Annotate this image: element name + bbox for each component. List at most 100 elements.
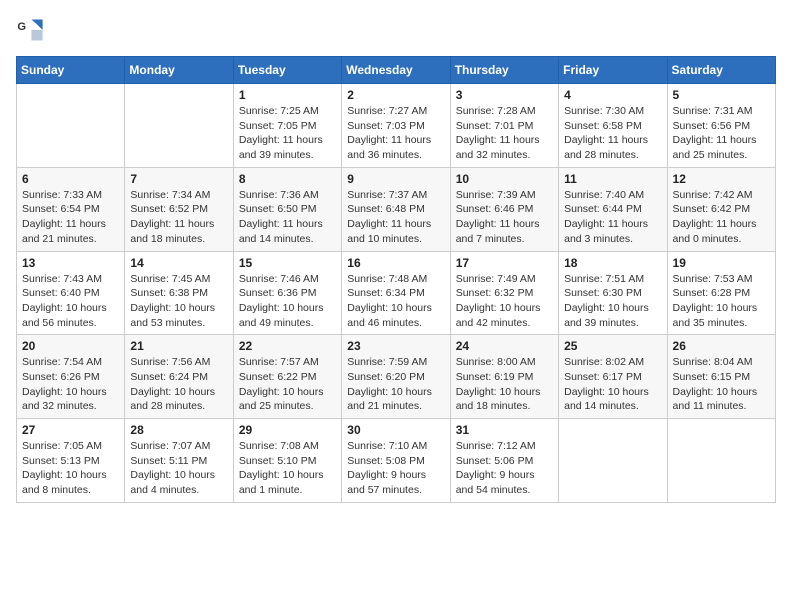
weekday-header: Wednesday bbox=[342, 57, 450, 84]
day-info: Sunrise: 7:39 AM Sunset: 6:46 PM Dayligh… bbox=[456, 188, 553, 247]
weekday-header: Sunday bbox=[17, 57, 125, 84]
day-number: 30 bbox=[347, 423, 444, 437]
day-number: 5 bbox=[673, 88, 770, 102]
weekday-header: Saturday bbox=[667, 57, 775, 84]
day-number: 23 bbox=[347, 339, 444, 353]
day-number: 31 bbox=[456, 423, 553, 437]
day-number: 21 bbox=[130, 339, 227, 353]
day-number: 16 bbox=[347, 256, 444, 270]
day-number: 10 bbox=[456, 172, 553, 186]
day-info: Sunrise: 7:43 AM Sunset: 6:40 PM Dayligh… bbox=[22, 272, 119, 331]
day-info: Sunrise: 7:46 AM Sunset: 6:36 PM Dayligh… bbox=[239, 272, 336, 331]
day-info: Sunrise: 7:59 AM Sunset: 6:20 PM Dayligh… bbox=[347, 355, 444, 414]
day-info: Sunrise: 7:05 AM Sunset: 5:13 PM Dayligh… bbox=[22, 439, 119, 498]
weekday-header: Thursday bbox=[450, 57, 558, 84]
day-info: Sunrise: 7:48 AM Sunset: 6:34 PM Dayligh… bbox=[347, 272, 444, 331]
day-info: Sunrise: 7:53 AM Sunset: 6:28 PM Dayligh… bbox=[673, 272, 770, 331]
logo-icon: G bbox=[16, 16, 44, 44]
calendar-cell: 11Sunrise: 7:40 AM Sunset: 6:44 PM Dayli… bbox=[559, 167, 667, 251]
day-info: Sunrise: 7:42 AM Sunset: 6:42 PM Dayligh… bbox=[673, 188, 770, 247]
day-info: Sunrise: 7:56 AM Sunset: 6:24 PM Dayligh… bbox=[130, 355, 227, 414]
calendar-cell: 26 Sunrise: 8:04 AM Sunset: 6:15 PM Dayli… bbox=[667, 335, 775, 419]
day-number: 12 bbox=[673, 172, 770, 186]
calendar-cell: 19 Sunrise: 7:53 AM Sunset: 6:28 PM Dayli… bbox=[667, 251, 775, 335]
calendar-cell: 1 Sunrise: 7:25 AM Sunset: 7:05 PM Daylig… bbox=[233, 84, 341, 168]
day-info: Sunrise: 7:07 AM Sunset: 5:11 PM Dayligh… bbox=[130, 439, 227, 498]
calendar-cell: 14 Sunrise: 7:45 AM Sunset: 6:38 PM Dayli… bbox=[125, 251, 233, 335]
day-info: Sunrise: 8:04 AM Sunset: 6:15 PM Dayligh… bbox=[673, 355, 770, 414]
day-number: 3 bbox=[456, 88, 553, 102]
calendar-cell: 15Sunrise: 7:46 AM Sunset: 6:36 PM Dayli… bbox=[233, 251, 341, 335]
day-info: Sunrise: 7:57 AM Sunset: 6:22 PM Dayligh… bbox=[239, 355, 336, 414]
day-info: Sunrise: 7:54 AM Sunset: 6:26 PM Dayligh… bbox=[22, 355, 119, 414]
day-number: 11 bbox=[564, 172, 661, 186]
calendar-cell: 10 Sunrise: 7:39 AM Sunset: 6:46 PM Dayli… bbox=[450, 167, 558, 251]
calendar-week-row: 6 Sunrise: 7:33 AM Sunset: 6:54 PM Daylig… bbox=[17, 167, 776, 251]
svg-text:G: G bbox=[17, 21, 26, 33]
calendar-cell bbox=[559, 419, 667, 503]
day-number: 18 bbox=[564, 256, 661, 270]
day-info: Sunrise: 7:37 AM Sunset: 6:48 PM Dayligh… bbox=[347, 188, 444, 247]
day-number: 14 bbox=[130, 256, 227, 270]
day-number: 27 bbox=[22, 423, 119, 437]
day-number: 24 bbox=[456, 339, 553, 353]
day-number: 29 bbox=[239, 423, 336, 437]
calendar-cell: 8 Sunrise: 7:36 AM Sunset: 6:50 PM Daylig… bbox=[233, 167, 341, 251]
calendar-header-row: SundayMondayTuesdayWednesdayThursdayFrid… bbox=[17, 57, 776, 84]
calendar-cell: 18Sunrise: 7:51 AM Sunset: 6:30 PM Dayli… bbox=[559, 251, 667, 335]
day-number: 17 bbox=[456, 256, 553, 270]
day-info: Sunrise: 7:28 AM Sunset: 7:01 PM Dayligh… bbox=[456, 104, 553, 163]
calendar-cell: 31 Sunrise: 7:12 AM Sunset: 5:06 PM Dayli… bbox=[450, 419, 558, 503]
calendar-cell: 9 Sunrise: 7:37 AM Sunset: 6:48 PM Daylig… bbox=[342, 167, 450, 251]
calendar-week-row: 13 Sunrise: 7:43 AM Sunset: 6:40 PM Dayli… bbox=[17, 251, 776, 335]
day-info: Sunrise: 7:49 AM Sunset: 6:32 PM Dayligh… bbox=[456, 272, 553, 331]
calendar-week-row: 20Sunrise: 7:54 AM Sunset: 6:26 PM Dayli… bbox=[17, 335, 776, 419]
day-number: 22 bbox=[239, 339, 336, 353]
day-info: Sunrise: 8:02 AM Sunset: 6:17 PM Dayligh… bbox=[564, 355, 661, 414]
day-info: Sunrise: 7:31 AM Sunset: 6:56 PM Dayligh… bbox=[673, 104, 770, 163]
day-info: Sunrise: 7:34 AM Sunset: 6:52 PM Dayligh… bbox=[130, 188, 227, 247]
calendar-cell bbox=[667, 419, 775, 503]
calendar-cell: 17 Sunrise: 7:49 AM Sunset: 6:32 PM Dayli… bbox=[450, 251, 558, 335]
calendar-cell: 23 Sunrise: 7:59 AM Sunset: 6:20 PM Dayli… bbox=[342, 335, 450, 419]
calendar-cell: 28 Sunrise: 7:07 AM Sunset: 5:11 PM Dayli… bbox=[125, 419, 233, 503]
day-info: Sunrise: 7:10 AM Sunset: 5:08 PM Dayligh… bbox=[347, 439, 444, 498]
calendar-cell: 7Sunrise: 7:34 AM Sunset: 6:52 PM Daylig… bbox=[125, 167, 233, 251]
day-number: 26 bbox=[673, 339, 770, 353]
day-number: 8 bbox=[239, 172, 336, 186]
day-info: Sunrise: 7:25 AM Sunset: 7:05 PM Dayligh… bbox=[239, 104, 336, 163]
day-number: 6 bbox=[22, 172, 119, 186]
day-info: Sunrise: 8:00 AM Sunset: 6:19 PM Dayligh… bbox=[456, 355, 553, 414]
calendar-cell: 16 Sunrise: 7:48 AM Sunset: 6:34 PM Dayli… bbox=[342, 251, 450, 335]
calendar-cell: 5 Sunrise: 7:31 AM Sunset: 6:56 PM Daylig… bbox=[667, 84, 775, 168]
day-info: Sunrise: 7:45 AM Sunset: 6:38 PM Dayligh… bbox=[130, 272, 227, 331]
calendar-cell bbox=[17, 84, 125, 168]
day-number: 13 bbox=[22, 256, 119, 270]
logo: G bbox=[16, 16, 48, 44]
day-info: Sunrise: 7:27 AM Sunset: 7:03 PM Dayligh… bbox=[347, 104, 444, 163]
calendar-cell: 12 Sunrise: 7:42 AM Sunset: 6:42 PM Dayli… bbox=[667, 167, 775, 251]
day-info: Sunrise: 7:12 AM Sunset: 5:06 PM Dayligh… bbox=[456, 439, 553, 498]
calendar-cell: 20Sunrise: 7:54 AM Sunset: 6:26 PM Dayli… bbox=[17, 335, 125, 419]
calendar-cell: 30 Sunrise: 7:10 AM Sunset: 5:08 PM Dayli… bbox=[342, 419, 450, 503]
day-number: 9 bbox=[347, 172, 444, 186]
day-info: Sunrise: 7:08 AM Sunset: 5:10 PM Dayligh… bbox=[239, 439, 336, 498]
day-number: 25 bbox=[564, 339, 661, 353]
calendar-cell: 27 Sunrise: 7:05 AM Sunset: 5:13 PM Dayli… bbox=[17, 419, 125, 503]
calendar-week-row: 1 Sunrise: 7:25 AM Sunset: 7:05 PM Daylig… bbox=[17, 84, 776, 168]
day-info: Sunrise: 7:33 AM Sunset: 6:54 PM Dayligh… bbox=[22, 188, 119, 247]
day-number: 1 bbox=[239, 88, 336, 102]
calendar-cell: 24 Sunrise: 8:00 AM Sunset: 6:19 PM Dayli… bbox=[450, 335, 558, 419]
calendar-cell: 13 Sunrise: 7:43 AM Sunset: 6:40 PM Dayli… bbox=[17, 251, 125, 335]
day-number: 28 bbox=[130, 423, 227, 437]
calendar-cell bbox=[125, 84, 233, 168]
day-info: Sunrise: 7:30 AM Sunset: 6:58 PM Dayligh… bbox=[564, 104, 661, 163]
day-number: 2 bbox=[347, 88, 444, 102]
weekday-header: Tuesday bbox=[233, 57, 341, 84]
day-info: Sunrise: 7:36 AM Sunset: 6:50 PM Dayligh… bbox=[239, 188, 336, 247]
calendar-cell: 29 Sunrise: 7:08 AM Sunset: 5:10 PM Dayli… bbox=[233, 419, 341, 503]
day-number: 19 bbox=[673, 256, 770, 270]
day-number: 4 bbox=[564, 88, 661, 102]
weekday-header: Monday bbox=[125, 57, 233, 84]
calendar-cell: 22 Sunrise: 7:57 AM Sunset: 6:22 PM Dayli… bbox=[233, 335, 341, 419]
